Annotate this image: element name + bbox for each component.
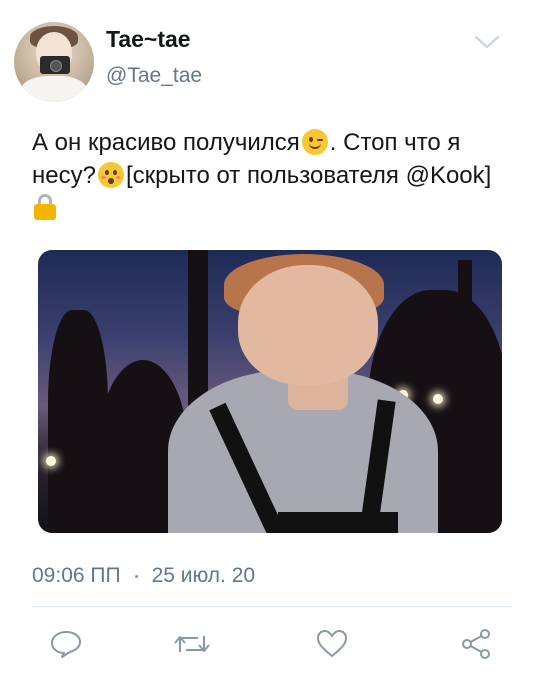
tweet-text: А он красиво получился. Стоп что я несу?… [32,126,512,225]
tweet-menu-button[interactable] [470,30,504,54]
tweet-date: 25 июл. 20 [151,564,256,587]
display-name[interactable]: Tae~tae [106,26,191,53]
share-icon [462,629,490,659]
tweet-text-part1: А он красиво получился [32,129,300,156]
reply-button[interactable] [46,624,86,664]
handle[interactable]: @Tae_tae [106,64,202,88]
retweet-icon [174,636,210,652]
tweet: Tae~tae @Tae_tae А он красиво получился.… [0,0,540,684]
tweet-text-part3: [скрыто от пользователя @Kook] [125,162,492,189]
divider [32,606,512,607]
reply-icon [51,631,81,658]
tweet-photo[interactable] [38,250,502,533]
lock-icon [34,194,56,220]
retweet-button[interactable] [172,624,212,664]
tweet-time: 09:06 ПП [32,564,121,587]
share-button[interactable] [456,624,496,664]
kissing-face-emoji [97,162,124,188]
like-button[interactable] [312,624,352,664]
avatar[interactable] [14,22,94,102]
separator-dot [134,574,138,578]
tweet-meta: 09:06 ПП 25 июл. 20 [32,564,255,588]
winking-face-emoji [301,129,328,155]
chevron-down-icon [474,35,500,49]
heart-icon [317,630,347,657]
